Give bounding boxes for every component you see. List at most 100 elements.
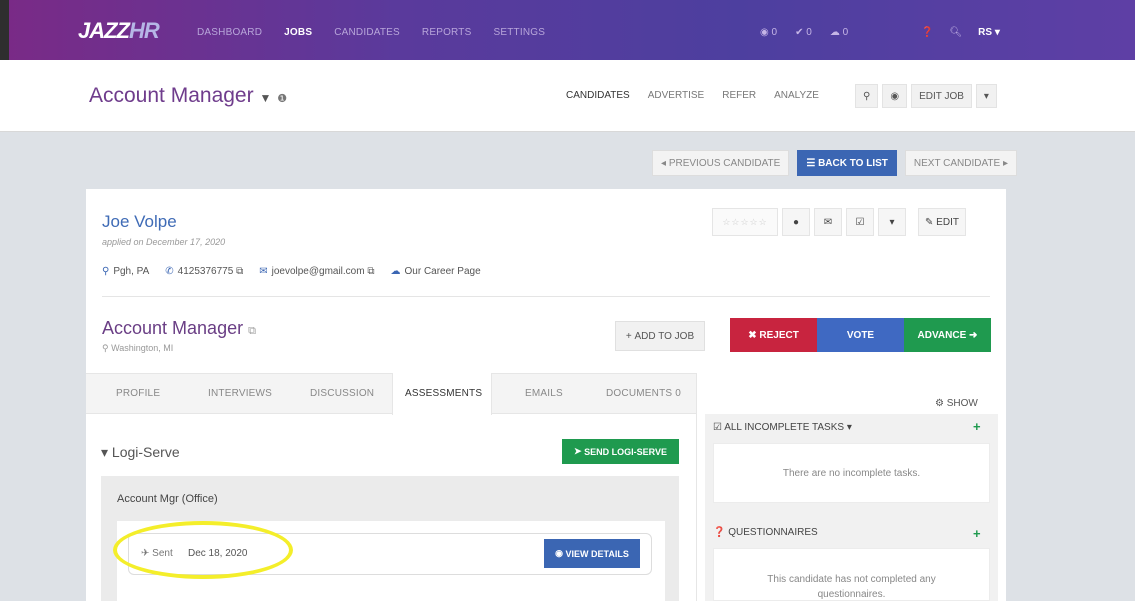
tab-profile[interactable]: PROFILE bbox=[116, 388, 160, 399]
eye-icon: ◉ bbox=[760, 27, 769, 38]
nav-candidates[interactable]: CANDIDATES bbox=[334, 27, 400, 38]
view-details-button[interactable]: ◉ VIEW DETAILS bbox=[544, 539, 640, 568]
eye-icon: ◉ bbox=[890, 90, 900, 102]
phone-icon: ✆ bbox=[165, 266, 174, 277]
gear-icon: ⚙ bbox=[935, 398, 947, 409]
map-pin-icon: ⚲ bbox=[102, 266, 110, 277]
show-label: SHOW bbox=[946, 398, 978, 409]
tab-assessments[interactable]: ASSESSMENTS bbox=[405, 388, 482, 399]
send-logi-serve-button[interactable]: ➤ SEND LOGI-SERVE bbox=[562, 439, 679, 464]
candidate-phone[interactable]: 4125376775 bbox=[178, 266, 234, 277]
tab-documents[interactable]: DOCUMENTS 0 bbox=[606, 388, 681, 399]
views-count: 0 bbox=[771, 27, 778, 38]
caret-down-icon: ▾ bbox=[889, 216, 895, 228]
vote-button[interactable]: VOTE bbox=[817, 318, 904, 352]
candidate-email[interactable]: joevolpe@gmail.com bbox=[272, 266, 365, 277]
email-button[interactable]: ✉ bbox=[814, 208, 842, 236]
edit-job-dropdown[interactable]: ▾ bbox=[975, 84, 997, 108]
position-location-text: Washington, MI bbox=[111, 343, 174, 353]
back-to-list-button[interactable]: ☰ BACK TO LIST bbox=[797, 150, 897, 176]
views-counter[interactable]: ◉ 0 bbox=[760, 27, 777, 38]
add-questionnaire-button[interactable]: + bbox=[973, 526, 981, 541]
column-divider bbox=[696, 373, 697, 601]
more-dropdown[interactable]: ▾ bbox=[878, 208, 906, 236]
plus-icon: + bbox=[625, 330, 635, 342]
job-tab-analyze[interactable]: ANALYZE bbox=[774, 90, 819, 101]
job-tab-candidates[interactable]: CANDIDATES bbox=[566, 90, 630, 101]
jazzhr-logo[interactable]: JAZZHR bbox=[78, 18, 160, 44]
caret-down-icon[interactable]: ▼ bbox=[259, 91, 271, 105]
edit-candidate-button[interactable]: ✎ EDIT bbox=[918, 208, 966, 236]
chevron-right-icon: ▸ bbox=[1000, 157, 1009, 169]
tab-discussion[interactable]: DISCUSSION bbox=[310, 388, 374, 399]
view-details-label: VIEW DETAILS bbox=[565, 548, 629, 559]
nav-settings[interactable]: SETTINGS bbox=[493, 27, 545, 38]
nav-jobs[interactable]: JOBS bbox=[284, 27, 312, 38]
chevron-left-icon: ◂ bbox=[661, 157, 669, 169]
eye-icon: ◉ bbox=[555, 548, 566, 558]
add-task-button[interactable]: + bbox=[973, 419, 981, 434]
tab-interviews[interactable]: INTERVIEWS bbox=[208, 388, 272, 399]
advance-button[interactable]: ADVANCE ➜ bbox=[904, 318, 991, 352]
messages-counter[interactable]: ☁ 0 bbox=[830, 27, 848, 38]
questionnaires-header: ❓ QUESTIONNAIRES bbox=[713, 527, 818, 538]
questionnaires-title: QUESTIONNAIRES bbox=[728, 527, 818, 538]
next-candidate-button[interactable]: NEXT CANDIDATE ▸ bbox=[904, 150, 1018, 176]
job-search-button[interactable]: ⚲ bbox=[855, 84, 879, 108]
edit-label: EDIT bbox=[936, 216, 959, 228]
check-icon: ✔ bbox=[795, 27, 804, 38]
comment-icon: ● bbox=[792, 216, 800, 228]
rating-stars[interactable]: ☆☆☆☆☆ bbox=[712, 208, 778, 236]
user-initials: RS bbox=[978, 27, 993, 38]
external-link-icon[interactable]: ⧉ bbox=[248, 325, 256, 337]
map-pin-icon: ⚲ bbox=[102, 343, 112, 353]
help-icon[interactable]: ❓ bbox=[921, 27, 933, 38]
checkbox-icon: ☑ bbox=[855, 216, 865, 228]
user-menu[interactable]: RS ▾ bbox=[978, 27, 1000, 38]
task-button[interactable]: ☑ bbox=[846, 208, 874, 236]
candidate-name[interactable]: Joe Volpe bbox=[102, 212, 177, 232]
reject-label: REJECT bbox=[759, 329, 799, 341]
candidate-tabs bbox=[86, 373, 696, 414]
previous-candidate-button[interactable]: ◂ PREVIOUS CANDIDATE bbox=[652, 150, 790, 176]
caret-down-icon: ▾ bbox=[994, 27, 1000, 38]
divider bbox=[102, 296, 990, 297]
tasks-header[interactable]: ☑ ALL INCOMPLETE TASKS ▾ bbox=[713, 422, 852, 433]
envelope-icon: ✉ bbox=[259, 266, 268, 277]
show-toggle[interactable]: ⚙ SHOW bbox=[935, 398, 978, 409]
logo-suffix-text: HR bbox=[129, 18, 160, 43]
assessment-name: Account Mgr (Office) bbox=[117, 493, 218, 505]
edit-job-button[interactable]: EDIT JOB bbox=[911, 84, 972, 108]
reject-button[interactable]: ✖ REJECT bbox=[730, 318, 817, 352]
search-icon[interactable]: 🔍︎ bbox=[949, 27, 962, 38]
caret-down-icon: ▾ bbox=[101, 444, 112, 460]
add-to-job-button[interactable]: + ADD TO JOB bbox=[615, 321, 705, 351]
comment-button[interactable]: ● bbox=[782, 208, 810, 236]
email-item: ✉ joevolpe@gmail.com ⧉ bbox=[259, 266, 374, 277]
envelope-icon: ✉ bbox=[823, 216, 833, 228]
info-icon[interactable]: ❶ bbox=[277, 93, 287, 105]
nav-reports[interactable]: REPORTS bbox=[422, 27, 472, 38]
checks-counter[interactable]: ✔ 0 bbox=[795, 27, 812, 38]
job-tab-advertise[interactable]: ADVERTISE bbox=[648, 90, 705, 101]
copy-icon[interactable]: ⧉ bbox=[367, 266, 374, 277]
candidate-location: Pgh, PA bbox=[113, 266, 150, 277]
questionnaires-empty-message: This candidate has not completed any que… bbox=[767, 574, 936, 600]
job-tab-refer[interactable]: REFER bbox=[722, 90, 756, 101]
job-preview-button[interactable]: ◉ bbox=[882, 84, 908, 108]
highlight-annotation bbox=[113, 521, 293, 579]
paper-plane-icon: ➤ bbox=[574, 446, 585, 456]
position-title[interactable]: Account Manager ⧉ bbox=[102, 318, 256, 339]
logi-serve-section-toggle[interactable]: ▾ Logi-Serve bbox=[101, 444, 180, 461]
position-title-text: Account Manager bbox=[102, 318, 244, 338]
tab-emails[interactable]: EMAILS bbox=[525, 388, 563, 399]
source-item: ☁ Our Career Page bbox=[391, 266, 481, 277]
nav-dashboard[interactable]: DASHBOARD bbox=[197, 27, 262, 38]
cloud-icon: ☁ bbox=[390, 266, 401, 277]
tasks-title: ALL INCOMPLETE TASKS bbox=[724, 422, 845, 433]
copy-icon[interactable]: ⧉ bbox=[236, 266, 243, 277]
list-icon: ☰ bbox=[806, 157, 819, 169]
job-title[interactable]: Account Manager ▼ ❶ bbox=[89, 84, 287, 108]
candidate-contacts: ⚲ Pgh, PA ✆ 4125376775 ⧉ ✉ joevolpe@gmail.c… bbox=[102, 266, 481, 277]
previous-label: PREVIOUS CANDIDATE bbox=[668, 157, 781, 169]
